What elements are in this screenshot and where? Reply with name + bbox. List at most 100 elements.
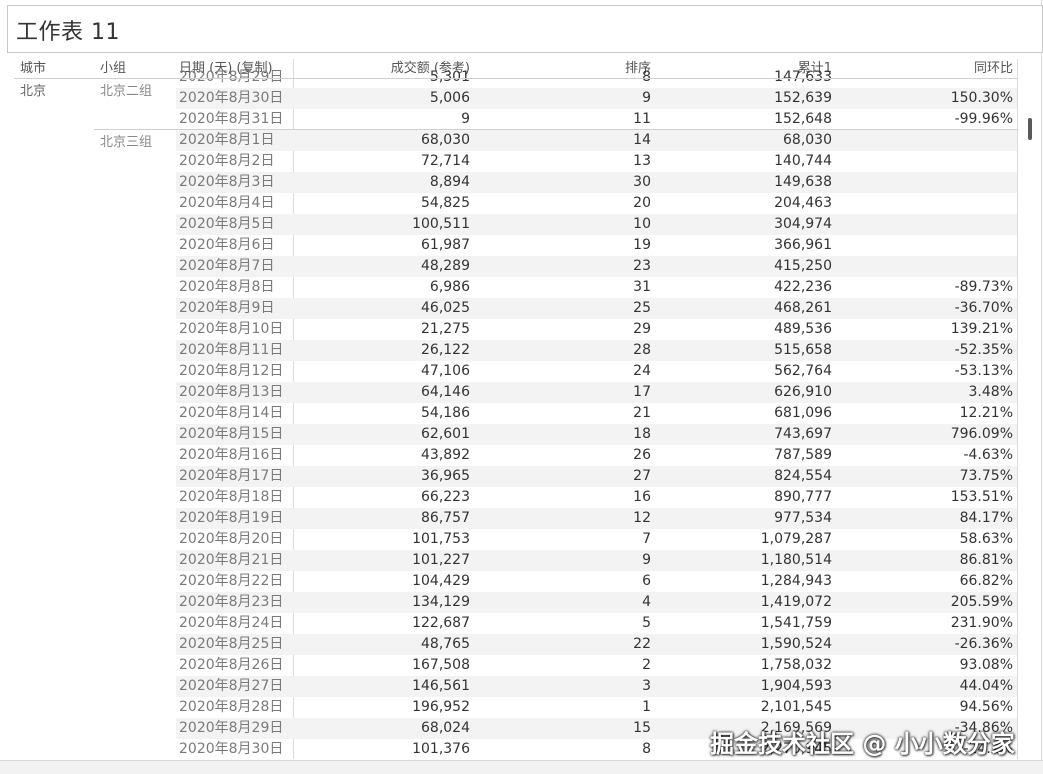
cell-date: 2020年8月10日 <box>179 321 284 337</box>
cell-date: 2020年8月3日 <box>179 174 275 190</box>
table-row[interactable]: 2020年8月15日 62,601 18 743,697 796.09% <box>0 424 1043 445</box>
table-row[interactable]: 2020年8月18日 66,223 16 890,777 153.51% <box>0 487 1043 508</box>
cell-rank: 6 <box>642 573 651 589</box>
table-row[interactable]: 2020年8月14日 54,186 21 681,096 12.21% <box>0 403 1043 424</box>
table-row[interactable]: 2020年8月9日 46,025 25 468,261 -36.70% <box>0 298 1043 319</box>
cell-amount: 47,106 <box>421 363 470 379</box>
row-band <box>176 172 1017 193</box>
table-row[interactable]: 2020年8月24日 122,687 5 1,541,759 231.90% <box>0 613 1043 634</box>
cell-rank: 28 <box>633 342 651 358</box>
cell-rank: 23 <box>633 258 651 274</box>
row-band <box>176 319 1017 340</box>
cell-amount: 54,186 <box>421 405 470 421</box>
cell-rank: 8 <box>642 741 651 757</box>
cell-amount: 134,129 <box>412 594 470 610</box>
cell-yoy: -4.63% <box>963 447 1013 463</box>
cell-cumulative: 890,777 <box>774 489 832 505</box>
table-row[interactable]: 2020年8月21日 101,227 9 1,180,514 86.81% <box>0 550 1043 571</box>
table-row[interactable]: 2020年8月22日 104,429 6 1,284,943 66.82% <box>0 571 1043 592</box>
cell-date: 2020年8月6日 <box>179 237 275 253</box>
cell-amount: 21,275 <box>421 321 470 337</box>
cell-cumulative: 1,541,759 <box>760 615 832 631</box>
cell-rank: 26 <box>633 447 651 463</box>
cell-cumulative: 1,284,943 <box>760 573 832 589</box>
cell-yoy: 44.04% <box>959 678 1013 694</box>
cell-rank: 22 <box>633 636 651 652</box>
cell-amount: 6,986 <box>429 279 470 295</box>
cell-yoy: 93.08% <box>959 657 1013 673</box>
table-row[interactable]: 2020年8月5日 100,511 10 304,974 <box>0 214 1043 235</box>
cell-date: 2020年8月18日 <box>179 489 284 505</box>
row-band <box>176 214 1017 235</box>
table-row[interactable]: 2020年8月6日 61,987 19 366,961 <box>0 235 1043 256</box>
cell-amount: 48,289 <box>421 258 470 274</box>
table-row[interactable]: 2020年8月13日 64,146 17 626,910 3.48% <box>0 382 1043 403</box>
cell-rank: 21 <box>633 405 651 421</box>
row-band <box>176 697 1017 718</box>
cell-amount: 68,030 <box>421 132 470 148</box>
cell-amount: 196,952 <box>412 699 470 715</box>
cell-date: 2020年8月22日 <box>179 573 284 589</box>
cell-date: 2020年8月30日 <box>179 90 284 106</box>
header-separator <box>14 78 1017 79</box>
table-row[interactable]: 2020年8月7日 48,289 23 415,250 <box>0 256 1043 277</box>
table-row[interactable]: 2020年8月27日 146,561 3 1,904,593 44.04% <box>0 676 1043 697</box>
cell-rank: 9 <box>642 90 651 106</box>
table-row[interactable]: 2020年8月3日 8,894 30 149,638 <box>0 172 1043 193</box>
row-band <box>176 571 1017 592</box>
cell-amount: 26,122 <box>421 342 470 358</box>
cell-rank: 15 <box>633 720 651 736</box>
table-row[interactable]: 2020年8月20日 101,753 7 1,079,287 58.63% <box>0 529 1043 550</box>
row-band <box>176 508 1017 529</box>
row-band <box>176 550 1017 571</box>
table-row[interactable]: 2020年8月4日 54,825 20 204,463 <box>0 193 1043 214</box>
row-band <box>176 340 1017 361</box>
cell-amount: 48,765 <box>421 636 470 652</box>
row-band <box>176 361 1017 382</box>
cell-date: 2020年8月2日 <box>179 153 275 169</box>
table-row[interactable]: 2020年8月19日 86,757 12 977,534 84.17% <box>0 508 1043 529</box>
cell-yoy: 796.09% <box>950 426 1013 442</box>
table-row[interactable]: 2020年8月28日 196,952 1 2,101,545 94.56% <box>0 697 1043 718</box>
table-row[interactable]: 2020年8月31日 9 11 152,648 -99.96% <box>0 109 1043 130</box>
cell-date: 2020年8月12日 <box>179 363 284 379</box>
cell-rank: 25 <box>633 300 651 316</box>
cell-rank: 12 <box>633 510 651 526</box>
cell-rank: 10 <box>633 216 651 232</box>
table-row[interactable]: 2020年8月11日 26,122 28 515,658 -52.35% <box>0 340 1043 361</box>
worksheet-title-box: 工作表 11 <box>7 5 1043 53</box>
row-band <box>176 151 1017 172</box>
table-row[interactable]: 2020年8月26日 167,508 2 1,758,032 93.08% <box>0 655 1043 676</box>
cell-cumulative: 152,648 <box>774 111 832 127</box>
cell-amount: 101,227 <box>412 552 470 568</box>
cell-date: 2020年8月9日 <box>179 300 275 316</box>
table-row[interactable]: 2020年8月16日 43,892 26 787,589 -4.63% <box>0 445 1043 466</box>
table-row[interactable]: 2020年8月8日 6,986 31 422,236 -89.73% <box>0 277 1043 298</box>
cell-yoy: 58.63% <box>959 531 1013 547</box>
cell-cumulative: 415,250 <box>774 258 832 274</box>
row-band <box>176 466 1017 487</box>
cell-amount: 66,223 <box>421 489 470 505</box>
cell-rank: 9 <box>642 552 651 568</box>
table-row[interactable]: 2020年8月25日 48,765 22 1,590,524 -26.36% <box>0 634 1043 655</box>
table-row[interactable]: 2020年8月12日 47,106 24 562,764 -53.13% <box>0 361 1043 382</box>
cell-date: 2020年8月29日 <box>179 720 284 736</box>
table-row[interactable]: 2020年8月2日 72,714 13 140,744 <box>0 151 1043 172</box>
cell-cumulative: 1,419,072 <box>760 594 832 610</box>
row-band <box>176 613 1017 634</box>
cell-rank: 17 <box>633 384 651 400</box>
cell-cumulative: 204,463 <box>774 195 832 211</box>
scrollbar-thumb[interactable] <box>1028 118 1032 140</box>
watermark: 掘金技术社区 @ 小小数分家 <box>710 730 1015 758</box>
vertical-scrollbar[interactable] <box>1023 80 1037 758</box>
table-row[interactable]: 2020年8月10日 21,275 29 489,536 139.21% <box>0 319 1043 340</box>
table-row[interactable]: 2020年8月1日 68,030 14 68,030 <box>0 130 1043 151</box>
table-row[interactable]: 2020年8月17日 36,965 27 824,554 73.75% <box>0 466 1043 487</box>
table-row[interactable]: 2020年8月23日 134,129 4 1,419,072 205.59% <box>0 592 1043 613</box>
cell-yoy: 153.51% <box>950 489 1013 505</box>
cell-amount: 146,561 <box>412 678 470 694</box>
cell-rank: 24 <box>633 363 651 379</box>
table-row[interactable]: 2020年8月30日 5,006 9 152,639 150.30% <box>0 88 1043 109</box>
row-band <box>176 235 1017 256</box>
cell-yoy: 3.48% <box>968 384 1013 400</box>
